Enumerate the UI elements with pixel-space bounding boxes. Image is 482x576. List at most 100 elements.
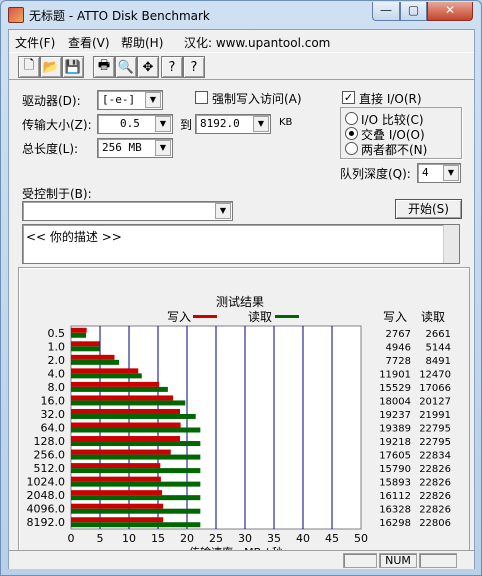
open-folder-icon[interactable]: 📂 [40,56,62,78]
write-value: 15529 [379,383,411,394]
minimize-button[interactable]: — [372,2,400,21]
toolbar: 🗋 📂 💾 🖶 🔍 ✥ ? ? [9,52,474,80]
menu-view[interactable]: 查看(V) [68,34,110,51]
write-bar [71,422,181,428]
write-value: 18004 [379,396,411,407]
read-value: 8491 [426,356,451,367]
to-label: 到 [180,118,193,132]
maximize-button[interactable]: ▢ [400,2,427,21]
x-tick-label: 25 [209,532,223,545]
x-tick-label: 30 [238,532,252,545]
status-bar: NUM [9,550,474,569]
chevron-down-icon[interactable]: ▼ [443,165,459,181]
write-bar [71,368,139,374]
x-tick-label: 5 [97,532,104,545]
chevron-down-icon[interactable]: ▼ [253,116,269,132]
read-bar [71,495,201,501]
write-value: 19218 [379,437,411,448]
menu-localization[interactable]: 汉化: www.upantool.com [184,34,330,51]
write-bar [71,341,100,347]
read-bar [71,386,168,392]
write-value: 15790 [379,464,411,475]
help-icon[interactable]: ? [161,56,183,78]
read-value: 22826 [419,478,451,489]
transfer-max-select[interactable]: 8192.0 ▼ [195,114,271,134]
drive-select[interactable]: [-e-] ▼ [97,90,163,110]
read-bar [71,373,142,379]
read-value: 20127 [419,396,451,407]
radio-overlapped-io[interactable] [345,127,358,140]
radio-neither[interactable] [345,142,358,155]
read-value: 2661 [426,329,451,340]
read-bar [71,454,201,460]
write-bar [71,381,160,387]
queue-depth-select[interactable]: 4 ▼ [417,163,461,183]
column-header-read: 读取 [421,310,445,324]
read-bar [71,427,201,433]
read-bar [71,441,201,447]
write-value: 16328 [379,505,411,516]
read-bar [71,468,201,474]
y-tick-label: 64.0 [41,422,66,435]
y-tick-label: 256.0 [34,449,66,462]
new-file-icon[interactable]: 🗋 [18,56,40,78]
context-help-icon[interactable]: ? [183,56,205,78]
start-button[interactable]: 开始(S) [395,199,462,219]
move-icon[interactable]: ✥ [137,56,159,78]
close-button[interactable]: ✕ [427,2,473,21]
x-tick-label: 0 [68,532,75,545]
total-length-select[interactable]: 256 MB ▼ [97,138,173,158]
read-value: 22795 [419,424,451,435]
results-chart: 测试结果写入读取写入读取05101520253035404550传输速率 - M… [27,294,452,559]
client-area: 文件(F) 查看(V) 帮助(H) 汉化: www.upantool.com 🗋… [8,29,475,569]
y-tick-label: 1.0 [48,340,66,353]
chevron-down-icon[interactable]: ▼ [155,116,171,132]
x-tick-label: 40 [296,532,310,545]
read-bar [71,359,120,365]
transfer-min-value: 0.5 [120,117,140,130]
save-icon[interactable]: 💾 [62,56,84,78]
write-value: 4946 [386,342,411,353]
write-bar [71,449,171,455]
chevron-down-icon[interactable]: ▼ [215,203,231,219]
transfer-max-value: 8192.0 [200,117,240,130]
title-bar[interactable]: 无标题 - ATTO Disk Benchmark — ▢ ✕ [1,1,481,29]
controlled-by-label: 受控制于(B): [22,187,92,201]
write-value: 11901 [379,369,411,380]
y-tick-label: 2048.0 [27,489,66,502]
drive-label: 驱动器(D): [22,94,81,108]
print-preview-icon[interactable]: 🔍 [115,56,137,78]
menu-help[interactable]: 帮助(H) [121,34,163,51]
y-tick-label: 512.0 [34,462,66,475]
force-write-checkbox[interactable] [195,91,208,104]
x-tick-label: 10 [122,532,136,545]
controlled-by-select[interactable]: ▼ [22,201,233,221]
y-tick-label: 0.5 [48,327,66,340]
read-value: 22826 [419,491,451,502]
description-textarea[interactable]: << 你的描述 >> [22,224,460,264]
write-bar [71,490,163,496]
y-tick-label: 32.0 [41,408,66,421]
menu-file[interactable]: 文件(F) [15,34,55,51]
read-bar [71,332,87,338]
y-tick-label: 8.0 [48,381,66,394]
read-value: 21991 [419,410,451,421]
read-value: 17066 [419,383,451,394]
status-pane-empty-2 [419,553,457,568]
legend-write-swatch [193,315,217,318]
print-icon[interactable]: 🖶 [93,56,115,78]
read-bar [71,346,100,352]
chevron-down-icon[interactable]: ▼ [155,140,171,156]
y-tick-label: 4.0 [48,367,66,380]
chevron-down-icon[interactable]: ▼ [145,92,161,108]
drive-value: [-e-] [102,93,136,106]
write-bar [71,327,87,333]
direct-io-checkbox[interactable]: ✓ [342,91,355,104]
radio-io-compare[interactable] [345,112,358,125]
description-scrollbar[interactable] [443,225,459,263]
results-panel: 测试结果写入读取写入读取05101520253035404550传输速率 - M… [18,267,470,559]
transfer-min-select[interactable]: 0.5 ▼ [97,114,173,134]
read-bar [71,508,201,514]
y-tick-label: 128.0 [34,435,66,448]
read-bar [71,400,186,406]
